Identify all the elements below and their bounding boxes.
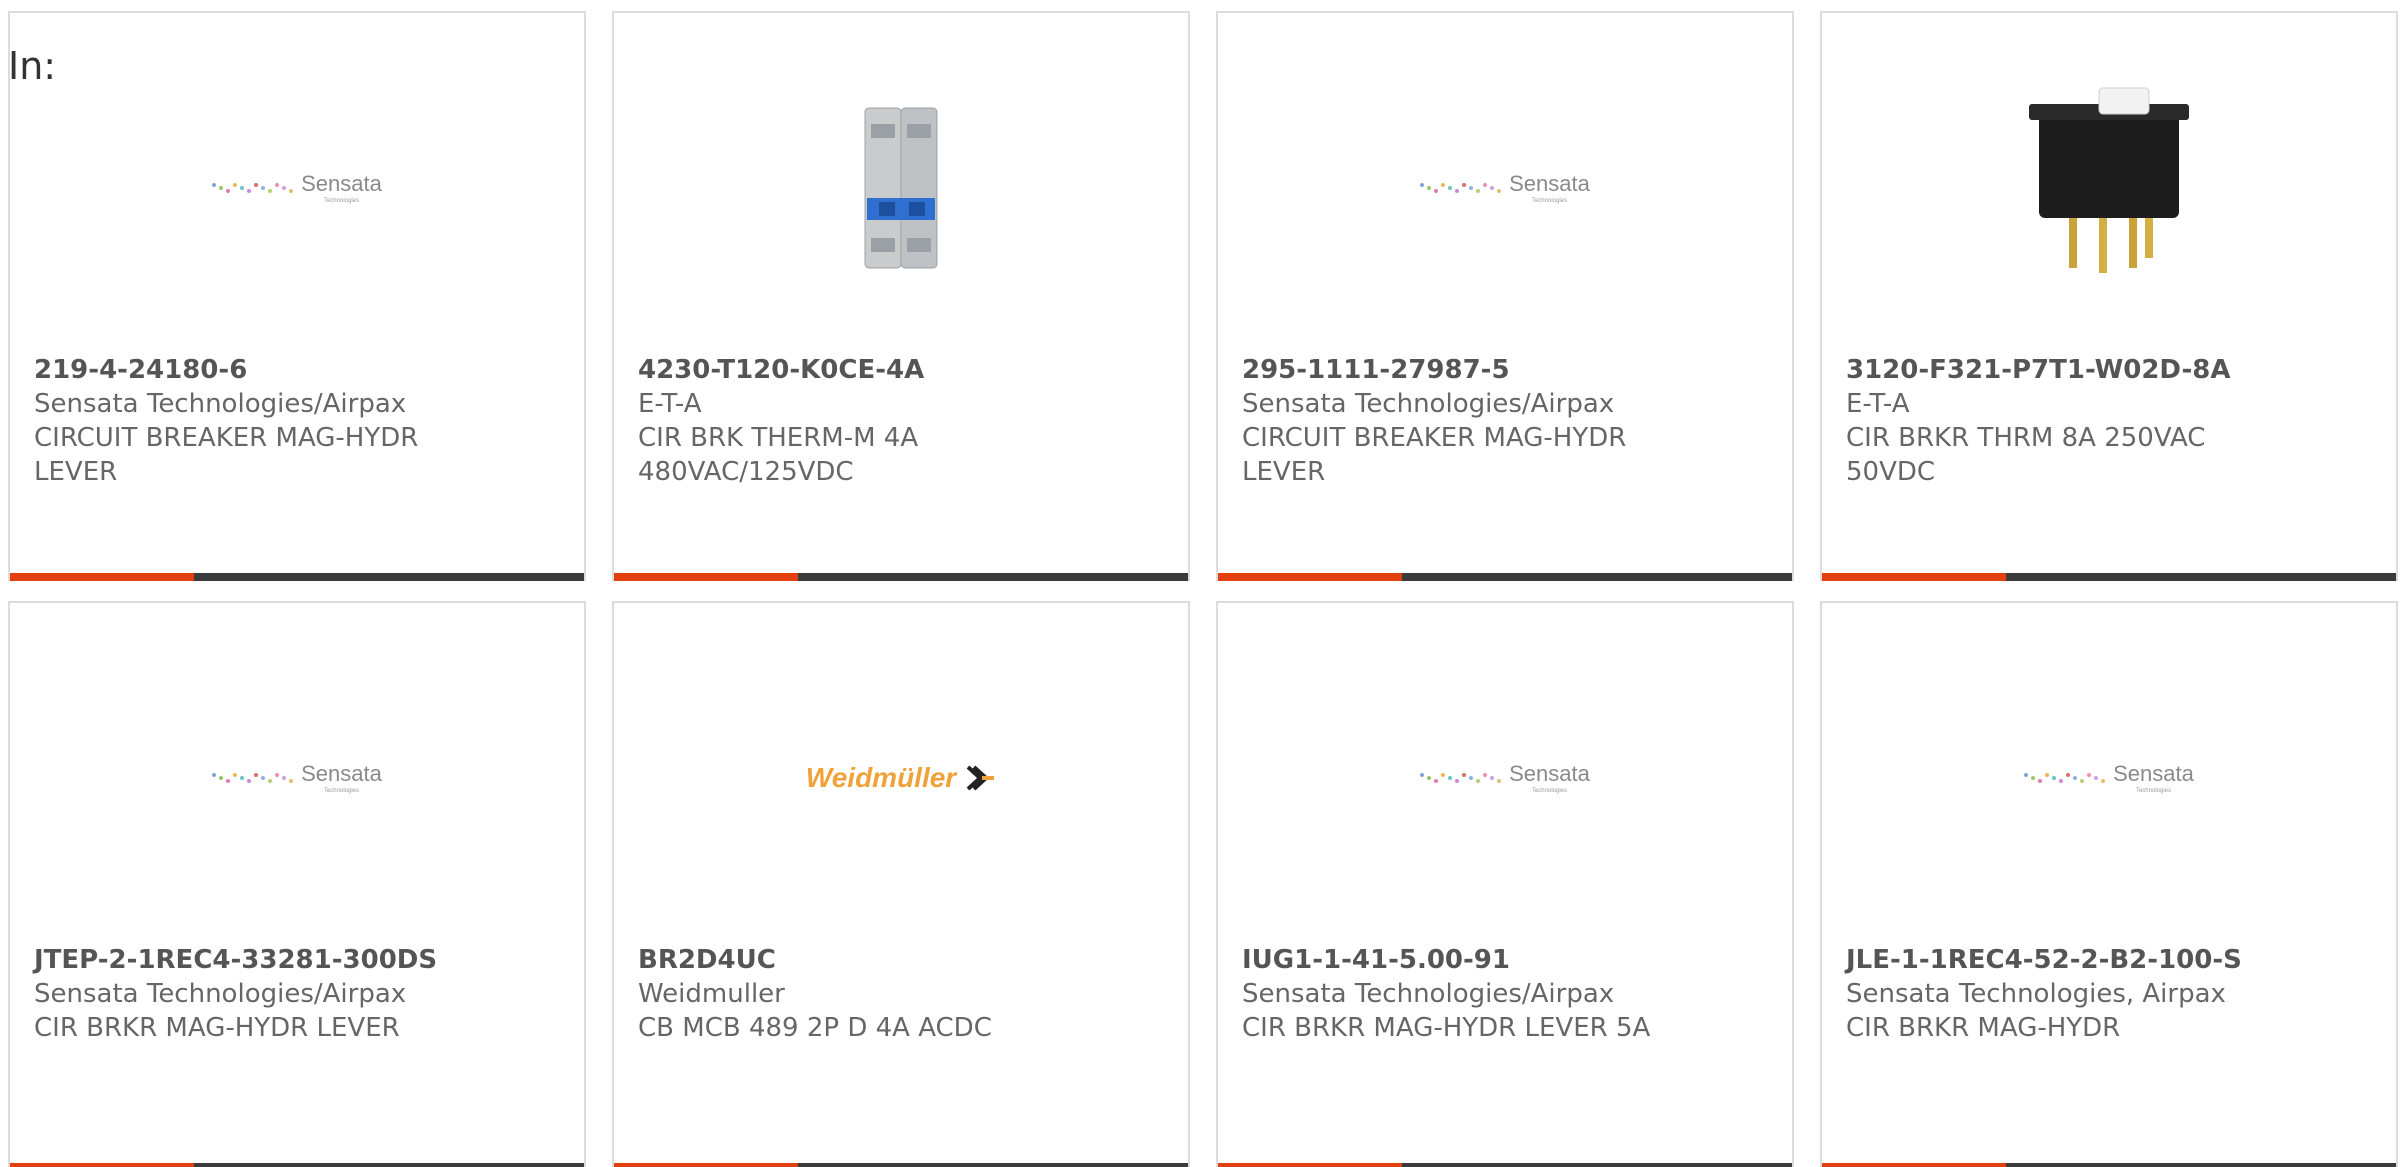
description-line: LEVER xyxy=(1242,457,1326,487)
description-line: CIR BRKR MAG-HYDR LEVER xyxy=(34,1013,400,1043)
description-line: CIR BRKR THRM 8A 250VAC xyxy=(1846,423,2206,453)
logo-name: Sensata xyxy=(1509,760,1590,786)
product-info: 295-1111-27987-5 Sensata Technologies/Air… xyxy=(1242,353,1774,489)
sensata-dots-icon xyxy=(1420,183,1502,193)
rocker-switch-breaker-image xyxy=(2009,78,2209,298)
sensata-dots-icon xyxy=(212,773,294,783)
card-accent-bar xyxy=(1218,1163,1402,1167)
card-bottom-bar xyxy=(614,1163,1188,1167)
card-accent-bar xyxy=(1822,573,2006,581)
logo-name: Sensata xyxy=(301,170,382,196)
card-bottom-bar xyxy=(1218,1163,1792,1167)
logo-name: Weidmüller xyxy=(805,762,957,793)
part-number-link[interactable]: BR2D4UC xyxy=(638,943,1170,977)
sensata-logo: Sensata Technologies xyxy=(212,760,382,794)
card-bottom-bar xyxy=(1218,573,1792,581)
filter-label: In: xyxy=(8,44,57,88)
product-card[interactable]: Sensata Technologies IUG1-1-41-5.00-91 Sens… xyxy=(1216,601,1794,1167)
product-card[interactable]: Sensata Technologies JTEP-2-1REC4-33281-30… xyxy=(8,601,586,1167)
manufacturer: Weidmuller xyxy=(638,979,785,1009)
product-info: IUG1-1-41-5.00-91 Sensata Technologies/Ai… xyxy=(1242,943,1774,1045)
product-card[interactable]: Weidmüller BR2D4UC Weidmuller CB MCB 489 2P… xyxy=(612,601,1190,1167)
logo-subtitle: Technologies xyxy=(2135,787,2171,794)
product-info: 4230-T120-K0CE-4A E-T-A CIR BRK THERM-M 4A… xyxy=(638,353,1170,489)
card-accent-bar xyxy=(614,573,798,581)
product-image[interactable] xyxy=(614,73,1188,303)
part-number-link[interactable]: 219-4-24180-6 xyxy=(34,353,566,387)
card-bottom-bar xyxy=(10,573,584,581)
product-grid-page: In: Sensata Technologies 219-4-24180-6 Sens… xyxy=(0,0,2400,1167)
part-number-link[interactable]: 4230-T120-K0CE-4A xyxy=(638,353,1170,387)
sensata-logo: Sensata Technologies xyxy=(212,170,382,204)
product-image[interactable]: Sensata Technologies xyxy=(10,73,584,303)
product-info: JTEP-2-1REC4-33281-300DS Sensata Technolo… xyxy=(34,943,566,1045)
card-bottom-bar xyxy=(10,1163,584,1167)
din-rail-breaker-image xyxy=(801,88,1001,288)
description-line: 50VDC xyxy=(1846,457,1936,487)
product-image[interactable]: Sensata Technologies xyxy=(1218,73,1792,303)
product-image[interactable]: Sensata Technologies xyxy=(1822,663,2396,893)
description-line: CIR BRKR MAG-HYDR LEVER 5A xyxy=(1242,1013,1651,1043)
product-info: BR2D4UC Weidmuller CB MCB 489 2P D 4A ACDC xyxy=(638,943,1170,1045)
description-line: 480VAC/125VDC xyxy=(638,457,854,487)
card-accent-bar xyxy=(1218,573,1402,581)
product-card[interactable]: Sensata Technologies 295-1111-27987-5 Sensa… xyxy=(1216,11,1794,581)
card-accent-bar xyxy=(10,1163,194,1167)
sensata-logo: Sensata Technologies xyxy=(2024,760,2194,794)
card-accent-bar xyxy=(1822,1163,2006,1167)
card-bottom-bar xyxy=(1822,573,2396,581)
sensata-dots-icon xyxy=(1420,773,1502,783)
product-info: 219-4-24180-6 Sensata Technologies/Airpax… xyxy=(34,353,566,489)
product-card[interactable]: 3120-F321-P7T1-W02D-8A E-T-A CIR BRKR THRM… xyxy=(1820,11,2398,581)
manufacturer: E-T-A xyxy=(638,389,702,419)
logo-subtitle: Technologies xyxy=(323,787,359,794)
product-card[interactable]: Sensata Technologies 219-4-24180-6 Sensata … xyxy=(8,11,586,581)
product-card[interactable]: Sensata Technologies JLE-1-1REC4-52-2-B2-1… xyxy=(1820,601,2398,1167)
description-line: CIR BRK THERM-M 4A xyxy=(638,423,919,453)
part-number-link[interactable]: 3120-F321-P7T1-W02D-8A xyxy=(1846,353,2378,387)
product-grid: Sensata Technologies 219-4-24180-6 Sensata … xyxy=(8,11,2398,1167)
product-info: JLE-1-1REC4-52-2-B2-100-S Sensata Technol… xyxy=(1846,943,2378,1045)
card-accent-bar xyxy=(614,1163,798,1167)
manufacturer: Sensata Technologies/Airpax xyxy=(34,389,407,419)
product-image[interactable]: Weidmüller xyxy=(614,663,1188,893)
part-number-link[interactable]: JTEP-2-1REC4-33281-300DS xyxy=(34,943,566,977)
product-image[interactable]: Sensata Technologies xyxy=(10,663,584,893)
logo-name: Sensata xyxy=(301,760,382,786)
part-number-link[interactable]: IUG1-1-41-5.00-91 xyxy=(1242,943,1774,977)
logo-subtitle: Technologies xyxy=(323,197,359,204)
manufacturer: E-T-A xyxy=(1846,389,1910,419)
part-number-link[interactable]: JLE-1-1REC4-52-2-B2-100-S xyxy=(1846,943,2378,977)
manufacturer: Sensata Technologies/Airpax xyxy=(34,979,407,1009)
description-line: LEVER xyxy=(34,457,118,487)
logo-name: Sensata xyxy=(2113,760,2194,786)
product-image[interactable] xyxy=(1822,73,2396,303)
weidmuller-logo: Weidmüller xyxy=(806,762,996,794)
weidmuller-mark-icon xyxy=(966,765,995,791)
manufacturer: Sensata Technologies/Airpax xyxy=(1242,979,1615,1009)
card-bottom-bar xyxy=(614,573,1188,581)
sensata-dots-icon xyxy=(2024,773,2106,783)
description-line: CIRCUIT BREAKER MAG-HYDR xyxy=(34,423,419,453)
logo-subtitle: Technologies xyxy=(1531,787,1567,794)
card-bottom-bar xyxy=(1822,1163,2396,1167)
description-line: CIRCUIT BREAKER MAG-HYDR xyxy=(1242,423,1627,453)
sensata-logo: Sensata Technologies xyxy=(1420,760,1590,794)
logo-subtitle: Technologies xyxy=(1531,197,1567,204)
logo-name: Sensata xyxy=(1509,170,1590,196)
card-accent-bar xyxy=(10,573,194,581)
product-image[interactable]: Sensata Technologies xyxy=(1218,663,1792,893)
description-line: CB MCB 489 2P D 4A ACDC xyxy=(638,1013,992,1043)
sensata-logo: Sensata Technologies xyxy=(1420,170,1590,204)
product-info: 3120-F321-P7T1-W02D-8A E-T-A CIR BRKR THRM… xyxy=(1846,353,2378,489)
manufacturer: Sensata Technologies, Airpax xyxy=(1846,979,2226,1009)
description-line: CIR BRKR MAG-HYDR xyxy=(1846,1013,2121,1043)
part-number-link[interactable]: 295-1111-27987-5 xyxy=(1242,353,1774,387)
product-card[interactable]: 4230-T120-K0CE-4A E-T-A CIR BRK THERM-M 4A… xyxy=(612,11,1190,581)
sensata-dots-icon xyxy=(212,183,294,193)
manufacturer: Sensata Technologies/Airpax xyxy=(1242,389,1615,419)
